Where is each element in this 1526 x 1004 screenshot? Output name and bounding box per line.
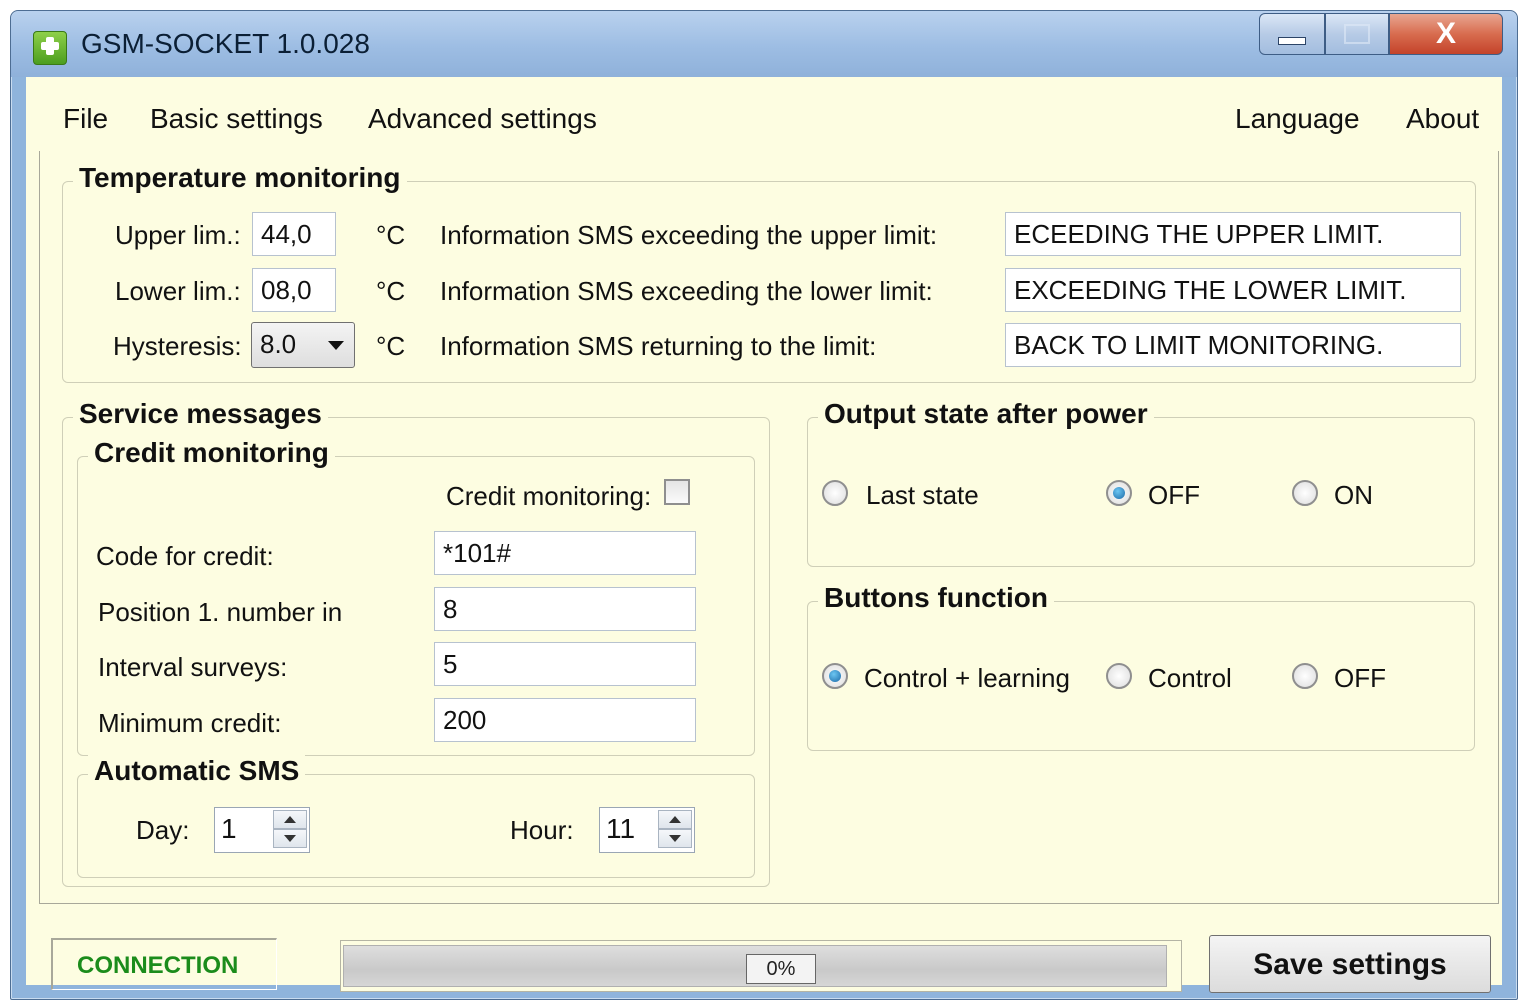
service-messages-group: Service messages Credit monitoring Credi… xyxy=(62,398,770,887)
close-icon: X xyxy=(1435,17,1456,50)
connection-status: CONNECTION xyxy=(51,938,277,990)
credit-monitoring-title: Credit monitoring xyxy=(88,437,335,469)
output-state-title: Output state after power xyxy=(818,398,1154,430)
hour-value: 11 xyxy=(606,813,636,844)
status-bar: CONNECTION 0% Save settings xyxy=(26,903,1502,993)
hour-label: Hour: xyxy=(510,815,574,845)
output-state-on-radio[interactable] xyxy=(1292,480,1318,506)
hysteresis-value: 8.0 xyxy=(260,329,297,359)
buttons-function-control-learning-label: Control + learning xyxy=(864,663,1070,693)
upper-limit-input[interactable]: 44,0 xyxy=(252,212,336,256)
progress-track: 0% xyxy=(343,945,1167,987)
position-label: Position 1. number in xyxy=(98,597,343,627)
day-stepper[interactable]: 1 xyxy=(214,807,310,853)
interval-label: Interval surveys: xyxy=(98,652,288,682)
settings-panel: Temperature monitoring Upper lim.: 44,0 … xyxy=(39,151,1499,904)
output-state-last-radio[interactable] xyxy=(822,480,848,506)
lower-unit: °C xyxy=(376,276,406,306)
buttons-function-control-learning-radio[interactable] xyxy=(822,663,848,689)
menu-bar: File Basic settings Advanced settings La… xyxy=(26,77,1502,151)
menu-about[interactable]: About xyxy=(1406,103,1479,135)
menu-basic-settings[interactable]: Basic settings xyxy=(150,103,323,135)
day-label: Day: xyxy=(136,815,190,845)
lower-limit-label: Lower lim.: xyxy=(115,276,241,306)
credit-code-input[interactable]: *101# xyxy=(434,531,696,575)
output-state-off-label: OFF xyxy=(1148,480,1200,510)
hysteresis-select[interactable]: 8.0 xyxy=(251,322,355,368)
hour-up-arrow-icon[interactable] xyxy=(658,810,692,829)
automatic-sms-group: Automatic SMS Day: 1 Hour: 11 xyxy=(77,755,755,878)
hour-stepper[interactable]: 11 xyxy=(599,807,695,853)
minimum-credit-label: Minimum credit: xyxy=(98,708,282,738)
hysteresis-label: Hysteresis: xyxy=(113,331,242,361)
sms-upper-input[interactable]: ECEEDING THE UPPER LIMIT. xyxy=(1005,212,1461,256)
temperature-group: Temperature monitoring Upper lim.: 44,0 … xyxy=(62,162,1476,383)
buttons-function-off-radio[interactable] xyxy=(1292,663,1318,689)
minimum-credit-input[interactable]: 200 xyxy=(434,698,696,742)
day-stepper-buttons xyxy=(273,810,307,850)
output-state-on-label: ON xyxy=(1334,480,1373,510)
buttons-function-title: Buttons function xyxy=(818,582,1054,614)
save-settings-button[interactable]: Save settings xyxy=(1209,935,1491,993)
credit-monitoring-checkbox[interactable] xyxy=(664,479,690,505)
maximize-icon xyxy=(1344,24,1370,44)
credit-code-label: Code for credit: xyxy=(96,541,274,571)
temperature-group-title: Temperature monitoring xyxy=(73,162,407,194)
automatic-sms-title: Automatic SMS xyxy=(88,755,306,787)
upper-limit-label: Upper lim.: xyxy=(115,220,241,250)
buttons-function-group: Buttons function Control + learning Cont… xyxy=(807,582,1475,751)
upper-unit: °C xyxy=(376,220,406,250)
sms-return-input[interactable]: BACK TO LIMIT MONITORING. xyxy=(1005,323,1461,367)
maximize-button xyxy=(1325,13,1389,55)
title-bar[interactable]: GSM-SOCKET 1.0.028 X xyxy=(11,11,1517,77)
dropdown-arrow-icon xyxy=(328,341,344,350)
progress-bar: 0% xyxy=(340,940,1182,992)
buttons-function-off-label: OFF xyxy=(1334,663,1386,693)
credit-monitoring-group: Credit monitoring Credit monitoring: Cod… xyxy=(77,437,755,756)
sms-lower-input[interactable]: EXCEEDING THE LOWER LIMIT. xyxy=(1005,268,1461,312)
menu-advanced-settings[interactable]: Advanced settings xyxy=(368,103,597,135)
minimize-icon xyxy=(1278,37,1306,45)
output-state-group: Output state after power Last state OFF … xyxy=(807,398,1475,567)
day-down-arrow-icon[interactable] xyxy=(273,829,307,848)
client-area: File Basic settings Advanced settings La… xyxy=(26,77,1502,993)
sms-upper-label: Information SMS exceeding the upper limi… xyxy=(440,220,938,250)
day-value: 1 xyxy=(221,813,237,844)
hysteresis-unit: °C xyxy=(376,331,406,361)
day-up-arrow-icon[interactable] xyxy=(273,810,307,829)
buttons-function-control-label: Control xyxy=(1148,663,1232,693)
sms-return-label: Information SMS returning to the limit: xyxy=(440,331,877,361)
minimize-button[interactable] xyxy=(1259,13,1325,55)
plug-icon xyxy=(33,31,67,65)
output-state-off-radio[interactable] xyxy=(1106,480,1132,506)
sms-lower-label: Information SMS exceeding the lower limi… xyxy=(440,276,933,306)
close-button[interactable]: X xyxy=(1389,13,1503,55)
hour-stepper-buttons xyxy=(658,810,692,850)
hour-down-arrow-icon[interactable] xyxy=(658,829,692,848)
position-input[interactable]: 8 xyxy=(434,587,696,631)
service-messages-title: Service messages xyxy=(73,398,328,430)
app-window: GSM-SOCKET 1.0.028 X File Basic settings… xyxy=(10,10,1518,1000)
window-title: GSM-SOCKET 1.0.028 xyxy=(81,28,370,59)
buttons-function-control-radio[interactable] xyxy=(1106,663,1132,689)
lower-limit-input[interactable]: 08,0 xyxy=(252,268,336,312)
credit-monitoring-checkbox-label: Credit monitoring: xyxy=(446,481,652,511)
menu-language[interactable]: Language xyxy=(1235,103,1360,135)
menu-file[interactable]: File xyxy=(63,103,108,135)
output-state-last-label: Last state xyxy=(866,480,979,510)
interval-input[interactable]: 5 xyxy=(434,642,696,686)
window-controls: X xyxy=(1259,13,1503,57)
progress-label: 0% xyxy=(746,954,816,984)
